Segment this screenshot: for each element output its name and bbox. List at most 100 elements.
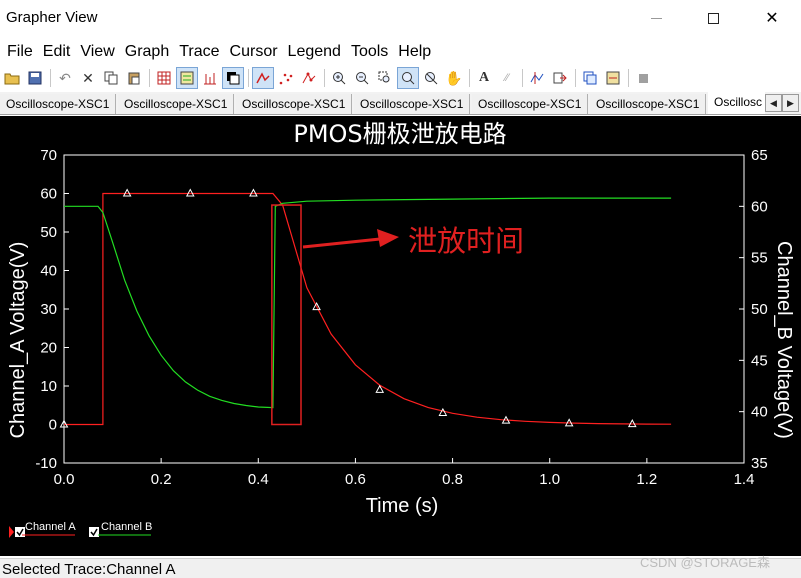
- menu-legend[interactable]: Legend: [283, 43, 346, 61]
- watermark-text: CSDN @STORAGE森: [640, 555, 770, 570]
- maximize-icon: [707, 12, 719, 24]
- cursors-icon[interactable]: [526, 67, 548, 89]
- y-tick-label: 60: [40, 186, 57, 203]
- menu-edit[interactable]: Edit: [38, 43, 76, 61]
- close-button[interactable]: ✕: [749, 0, 795, 36]
- toolbar-separator: [50, 69, 51, 87]
- legend-label-channel-b: Channel B: [101, 521, 152, 533]
- tab-oscilloscope-5[interactable]: Oscilloscope-XSC1: [472, 94, 589, 114]
- zoom-in-icon[interactable]: [328, 67, 350, 89]
- y2-tick-label: 65: [751, 147, 768, 164]
- open-icon[interactable]: [1, 67, 23, 89]
- menu-bar: File Edit View Graph Trace Cursor Legend…: [0, 40, 801, 64]
- y2-tick-label: 35: [751, 455, 768, 472]
- zoom-x-icon[interactable]: [397, 67, 419, 89]
- data-point-marker: [185, 188, 195, 197]
- menu-cursor[interactable]: Cursor: [225, 43, 283, 61]
- x-tick-label: 1.2: [636, 471, 657, 488]
- y-tick-label: 50: [40, 224, 57, 241]
- data-point-marker: [249, 188, 258, 197]
- graph-area[interactable]: PMOS栅极泄放电路 Channel_A Voltage(V) Channel_…: [0, 116, 801, 556]
- minimize-icon: [650, 17, 662, 19]
- y-tick-label: 40: [40, 263, 57, 280]
- line-trace-icon[interactable]: [252, 67, 274, 89]
- chart-title: PMOS栅极泄放电路: [293, 120, 506, 148]
- annotation-text: 泄放时间: [408, 224, 524, 258]
- zoom-y-icon[interactable]: [420, 67, 442, 89]
- y-tick-label: 20: [40, 340, 57, 357]
- tab-oscilloscope-4[interactable]: Oscilloscope-XSC1: [354, 94, 471, 114]
- toolbar-separator: [469, 69, 470, 87]
- y2-tick-label: 55: [751, 250, 768, 267]
- y2-axis-label: Channel_B Voltage(V): [773, 241, 795, 439]
- toolbar-separator: [149, 69, 150, 87]
- page-tabs: Oscilloscope-XSC1 Oscilloscope-XSC1 Osci…: [0, 92, 801, 115]
- menu-help[interactable]: Help: [393, 43, 436, 61]
- paste-icon[interactable]: [123, 67, 145, 89]
- tab-scroll-left-button[interactable]: ◀: [765, 94, 782, 112]
- dot-trace-icon[interactable]: [275, 67, 297, 89]
- ticks-icon[interactable]: [199, 67, 221, 89]
- y-tick-label: -10: [35, 455, 57, 472]
- minimize-button[interactable]: [633, 0, 679, 36]
- close-icon: ✕: [765, 10, 779, 27]
- maximize-button[interactable]: [690, 0, 736, 36]
- toolbar-separator: [628, 69, 629, 87]
- menu-graph[interactable]: Graph: [120, 43, 174, 61]
- y-tick-label: 30: [40, 301, 57, 318]
- zoom-out-icon[interactable]: [351, 67, 373, 89]
- x-axis-label: Time (s): [366, 495, 439, 517]
- label-icon[interactable]: ⁄⁄: [496, 67, 518, 89]
- tab-oscilloscope-6[interactable]: Oscilloscope-XSC1: [590, 94, 707, 114]
- grapher-window: Grapher View ✕ File Edit View Graph Trac…: [0, 0, 801, 578]
- title-bar: Grapher View ✕: [0, 0, 801, 38]
- cut-icon[interactable]: ✕: [77, 67, 99, 89]
- chevron-right-icon: ▶: [787, 97, 794, 108]
- tab-oscilloscope-active[interactable]: Oscillosc: [708, 92, 765, 114]
- toolbar-separator: [575, 69, 576, 87]
- x-tick-label: 0.2: [151, 471, 172, 488]
- tab-oscilloscope-2[interactable]: Oscilloscope-XSC1: [118, 94, 235, 114]
- y2-tick-label: 40: [751, 404, 768, 421]
- undo-icon[interactable]: ↶: [54, 67, 76, 89]
- menu-view[interactable]: View: [75, 43, 119, 61]
- copy-icon[interactable]: [100, 67, 122, 89]
- toolbar-separator: [248, 69, 249, 87]
- stop-icon[interactable]: [632, 67, 654, 89]
- x-tick-label: 0.8: [442, 471, 463, 488]
- series-line-channel-b: [64, 197, 672, 409]
- menu-trace[interactable]: Trace: [174, 43, 224, 61]
- invert-colors-icon[interactable]: [222, 67, 244, 89]
- data-point-marker: [122, 188, 132, 197]
- tab-scroll-right-button[interactable]: ▶: [782, 94, 799, 112]
- legend-label-channel-a: Channel A: [25, 521, 76, 533]
- y-axis-label: Channel_A Voltage(V): [7, 242, 29, 439]
- plot-frame: [63, 154, 745, 464]
- selected-trace-marker-icon: [9, 526, 14, 538]
- zoom-area-icon[interactable]: [374, 67, 396, 89]
- menu-tools[interactable]: Tools: [346, 43, 393, 61]
- y2-tick-label: 45: [751, 352, 768, 369]
- menu-file[interactable]: File: [2, 43, 38, 61]
- series-line-channel-a: [64, 192, 672, 426]
- y2-tick-label: 60: [751, 198, 768, 215]
- legend-icon[interactable]: [176, 67, 198, 89]
- window-title: Grapher View: [6, 9, 98, 26]
- pan-icon[interactable]: ✋: [443, 67, 465, 89]
- toolbar-separator: [324, 69, 325, 87]
- y-tick-label: 70: [40, 147, 57, 164]
- grid-icon[interactable]: [153, 67, 175, 89]
- save-icon[interactable]: [24, 67, 46, 89]
- overlay-icon[interactable]: [579, 67, 601, 89]
- text-icon[interactable]: A: [473, 67, 495, 89]
- annotation-box: [271, 204, 302, 426]
- export-icon[interactable]: [549, 67, 571, 89]
- annotation-arrow-shaft: [302, 237, 381, 249]
- y-tick-label: 10: [40, 378, 57, 395]
- x-tick-label: 0.4: [248, 471, 269, 488]
- marker-trace-icon[interactable]: [298, 67, 320, 89]
- merge-icon[interactable]: [602, 67, 624, 89]
- tab-oscilloscope-3[interactable]: Oscilloscope-XSC1: [236, 94, 353, 114]
- toolbar-separator: [522, 69, 523, 87]
- tab-oscilloscope-1[interactable]: Oscilloscope-XSC1: [0, 94, 117, 114]
